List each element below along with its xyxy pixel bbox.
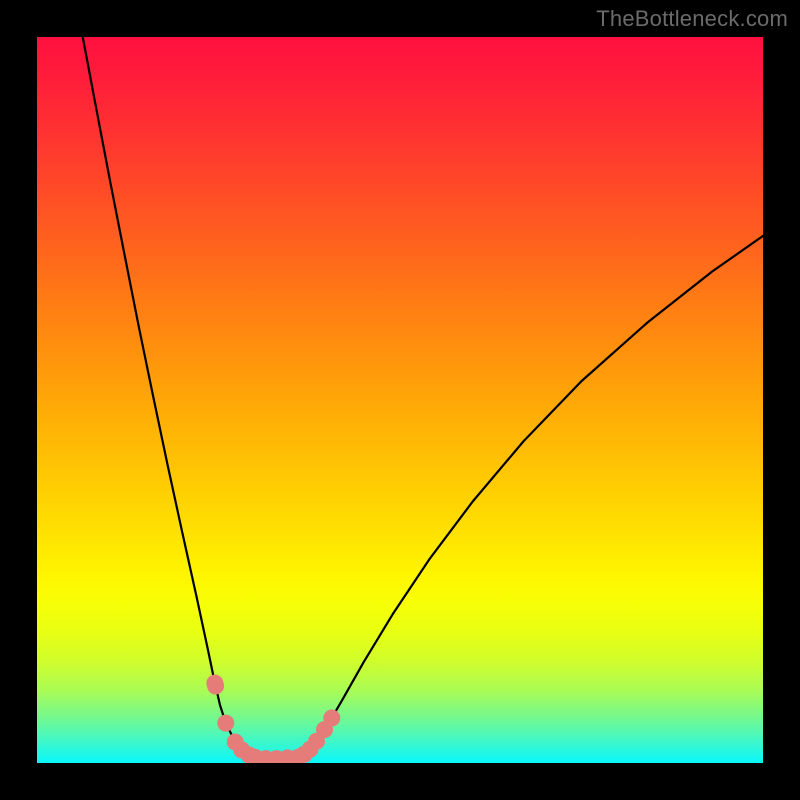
data-marker [217,715,234,732]
data-marker [323,709,340,726]
watermark-text: TheBottleneck.com [596,6,788,32]
bottleneck-curve [83,37,763,759]
plot-area [37,37,763,763]
marker-group [206,675,340,763]
chart-container: TheBottleneck.com [0,0,800,800]
chart-svg [37,37,763,763]
data-marker [207,678,224,695]
curve-group [83,37,763,759]
